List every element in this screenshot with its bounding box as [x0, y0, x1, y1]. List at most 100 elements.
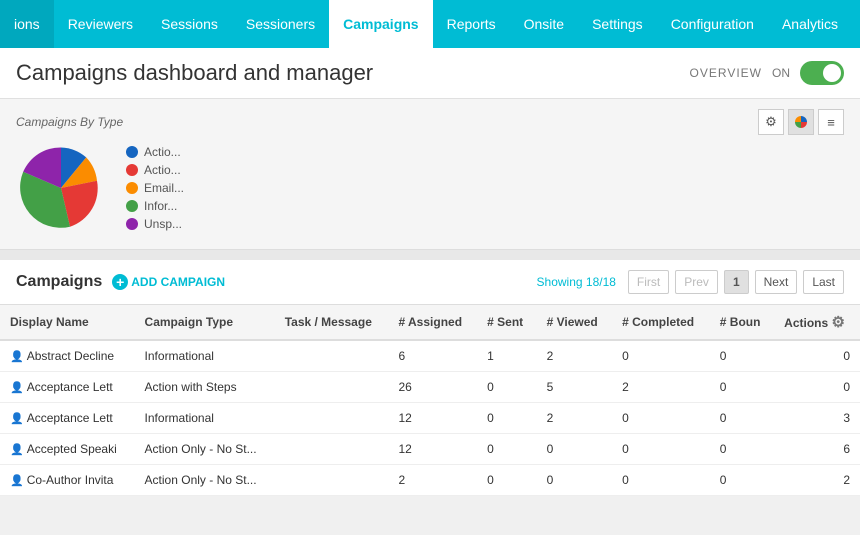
cell-assigned: 26	[388, 372, 477, 403]
cell-task-message	[275, 372, 389, 403]
cell-assigned: 12	[388, 403, 477, 434]
table-gear-icon[interactable]: ⚙	[832, 314, 845, 331]
overview-toggle[interactable]	[800, 61, 844, 85]
cell-display-name: 👤Abstract Decline	[0, 340, 135, 372]
user-icon: 👤	[10, 475, 24, 487]
cell-display-name: 👤Co-Author Invita	[0, 465, 135, 496]
cell-actions: 2	[774, 465, 860, 496]
nav-item-onsite[interactable]: Onsite	[510, 0, 578, 48]
legend-dot-2	[126, 182, 138, 194]
cell-sent: 0	[477, 372, 536, 403]
col-assigned: # Assigned	[388, 305, 477, 341]
cell-viewed: 0	[537, 434, 613, 465]
pie-chart	[16, 143, 106, 233]
nav-item-configuration[interactable]: Configuration	[657, 0, 768, 48]
cell-assigned: 6	[388, 340, 477, 372]
cell-campaign-type: Informational	[135, 340, 275, 372]
legend-label-2: Email...	[144, 181, 184, 195]
nav-item-ions[interactable]: ions	[0, 0, 54, 48]
cell-actions: 3	[774, 403, 860, 434]
add-campaign-label: ADD CAMPAIGN	[131, 275, 225, 289]
user-icon: 👤	[10, 382, 24, 394]
campaigns-table-section: Campaigns + ADD CAMPAIGN Showing 18/18 F…	[0, 260, 860, 496]
showing-count: 18/18	[586, 275, 616, 289]
cell-bounced: 0	[710, 403, 774, 434]
nav-item-reports[interactable]: Reports	[433, 0, 510, 48]
table-header-row: Display Name Campaign Type Task / Messag…	[0, 305, 860, 341]
cell-viewed: 2	[537, 403, 613, 434]
cell-task-message	[275, 403, 389, 434]
nav-item-sessions[interactable]: Sessions	[147, 0, 232, 48]
cell-viewed: 0	[537, 465, 613, 496]
cell-completed: 0	[612, 434, 710, 465]
cell-sent: 0	[477, 434, 536, 465]
col-completed: # Completed	[612, 305, 710, 341]
cell-display-name: 👤Accepted Speaki	[0, 434, 135, 465]
add-campaign-button[interactable]: + ADD CAMPAIGN	[112, 274, 225, 290]
legend-item-2: Email...	[126, 181, 184, 195]
pie-legend: Actio... Actio... Email... Infor... Unsp…	[126, 145, 184, 231]
first-page-button[interactable]: First	[628, 270, 669, 294]
prev-page-button[interactable]: Prev	[675, 270, 718, 294]
chart-section: Campaigns By Type ⚙ ≡	[0, 99, 860, 250]
nav-item-settings[interactable]: Settings	[578, 0, 657, 48]
cell-task-message	[275, 434, 389, 465]
table-header: Campaigns + ADD CAMPAIGN Showing 18/18 F…	[0, 260, 860, 304]
chart-toolbar: ⚙ ≡	[758, 109, 844, 135]
table-row: 👤Acceptance Lett Informational 12 0 2 0 …	[0, 403, 860, 434]
nav-item-analytics[interactable]: Analytics	[768, 0, 852, 48]
cell-sent: 1	[477, 340, 536, 372]
cell-actions: 0	[774, 372, 860, 403]
table-title: Campaigns	[16, 273, 102, 291]
cell-bounced: 0	[710, 340, 774, 372]
chart-settings-btn[interactable]: ⚙	[758, 109, 784, 135]
cell-campaign-type: Action with Steps	[135, 372, 275, 403]
nav-item-operation[interactable]: Operation	[852, 0, 860, 48]
current-page-button[interactable]: 1	[724, 270, 749, 294]
legend-dot-1	[126, 164, 138, 176]
col-bounced: # Boun	[710, 305, 774, 341]
cell-campaign-type: Action Only - No St...	[135, 434, 275, 465]
next-page-button[interactable]: Next	[755, 270, 798, 294]
pagination-area: Showing 18/18 First Prev 1 Next Last	[537, 270, 844, 294]
nav-item-sessioners[interactable]: Sessioners	[232, 0, 329, 48]
chart-pie-btn[interactable]	[788, 109, 814, 135]
cell-bounced: 0	[710, 465, 774, 496]
legend-dot-3	[126, 200, 138, 212]
cell-viewed: 5	[537, 372, 613, 403]
legend-label-4: Unsp...	[144, 217, 182, 231]
cell-campaign-type: Action Only - No St...	[135, 465, 275, 496]
chart-content: Actio... Actio... Email... Infor... Unsp…	[16, 143, 844, 233]
table-row: 👤Acceptance Lett Action with Steps 26 0 …	[0, 372, 860, 403]
cell-sent: 0	[477, 465, 536, 496]
cell-display-name: 👤Acceptance Lett	[0, 372, 135, 403]
top-navigation: ions Reviewers Sessions Sessioners Campa…	[0, 0, 860, 48]
pagination-info: Showing 18/18	[537, 275, 616, 289]
legend-label-3: Infor...	[144, 199, 177, 213]
on-label: ON	[772, 66, 790, 80]
cell-campaign-type: Informational	[135, 403, 275, 434]
chart-list-btn[interactable]: ≡	[818, 109, 844, 135]
chart-section-header: Campaigns By Type ⚙ ≡	[16, 109, 844, 135]
page-title: Campaigns dashboard and manager	[16, 60, 373, 86]
cell-actions: 6	[774, 434, 860, 465]
nav-item-reviewers[interactable]: Reviewers	[54, 0, 147, 48]
chart-section-title: Campaigns By Type	[16, 115, 123, 129]
cell-completed: 0	[612, 340, 710, 372]
col-display-name: Display Name	[0, 305, 135, 341]
legend-item-3: Infor...	[126, 199, 184, 213]
legend-dot-0	[126, 146, 138, 158]
table-row: 👤Co-Author Invita Action Only - No St...…	[0, 465, 860, 496]
table-title-area: Campaigns + ADD CAMPAIGN	[16, 273, 225, 291]
user-icon: 👤	[10, 351, 24, 363]
cell-viewed: 2	[537, 340, 613, 372]
table-row: 👤Accepted Speaki Action Only - No St... …	[0, 434, 860, 465]
col-actions: Actions ⚙	[774, 305, 860, 341]
cell-completed: 0	[612, 465, 710, 496]
col-task-message: Task / Message	[275, 305, 389, 341]
cell-completed: 2	[612, 372, 710, 403]
legend-item-4: Unsp...	[126, 217, 184, 231]
last-page-button[interactable]: Last	[803, 270, 844, 294]
nav-item-campaigns[interactable]: Campaigns	[329, 0, 432, 48]
user-icon: 👤	[10, 444, 24, 456]
